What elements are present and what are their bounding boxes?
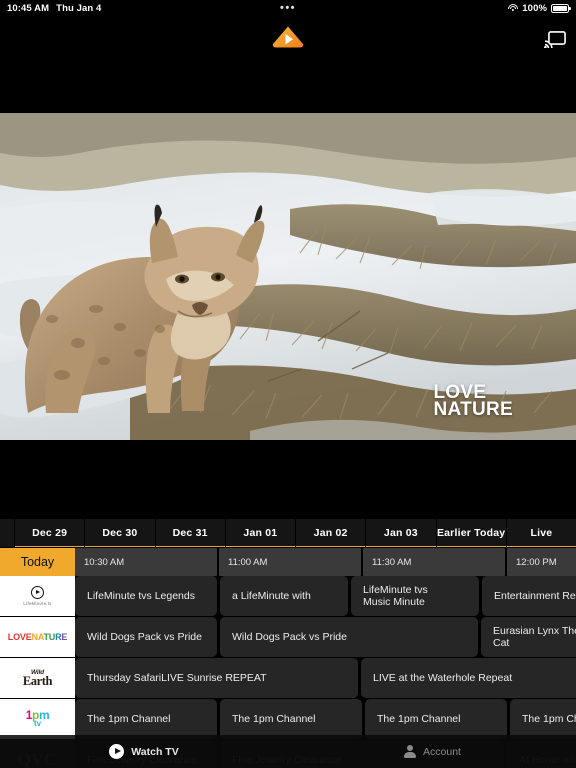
program-track: The 1pm Channel The 1pm Channel The 1pm Ch… [75, 699, 576, 739]
program-cell[interactable]: LifeMinute tvs Legends [75, 576, 217, 616]
app-logo-play-icon[interactable] [272, 25, 304, 49]
channel-logo-cell[interactable]: LifeMinute.tv [0, 576, 75, 616]
video-player[interactable]: Love Nature [0, 113, 576, 440]
program-cell[interactable]: Thursday SafariLIVE Sunrise REPEAT [75, 658, 358, 698]
program-cell[interactable]: The 1pm Channel [510, 699, 576, 739]
program-track: Wild Dogs Pack vs Pride Wild Dogs Pack vs… [75, 617, 576, 657]
date-tab-dec-31[interactable]: Dec 31 [155, 519, 226, 547]
time-slot[interactable]: 10:30 AM [75, 548, 217, 576]
program-cell[interactable]: a LifeMinute with [220, 576, 348, 616]
program-cell[interactable]: The 1pm Channel [75, 699, 217, 739]
app-root: 10:45 AM Thu Jan 4 ••• 100% LOVE NATURE … [0, 0, 576, 768]
timeline-header: Today 10:30 AM 11:00 AM 11:30 AM 12:00 PM [0, 548, 576, 576]
time-slot[interactable]: 11:00 AM [219, 548, 361, 576]
tab-account[interactable]: Account [288, 745, 576, 759]
date-tab-earlier-today[interactable]: Earlier Today [436, 519, 507, 547]
program-track: Thursday SafariLIVE Sunrise REPEAT LIVE a… [75, 658, 576, 698]
status-bar-right: 100% [507, 2, 571, 14]
program-cell[interactable]: LifeMinute tvs Music Minute [351, 576, 479, 616]
person-icon [403, 745, 416, 759]
lifeminute-logo-text: LifeMinute.tv [23, 600, 52, 606]
date-tab-dec-29[interactable]: Dec 29 [15, 519, 86, 547]
chromecast-icon[interactable] [544, 30, 566, 49]
wifi-icon [507, 4, 518, 13]
date-tab-jan-01[interactable]: Jan 01 [225, 519, 296, 547]
today-button[interactable]: Today [0, 548, 75, 576]
tab-label: Watch TV [131, 745, 179, 758]
battery-icon [551, 3, 571, 13]
date-tab-live[interactable]: Live [506, 519, 576, 547]
program-cell[interactable]: Wild Dogs Pack vs Pride [75, 617, 217, 657]
program-cell[interactable]: Wild Dogs Pack vs Pride [220, 617, 478, 657]
time-slot-track: 10:30 AM 11:00 AM 11:30 AM 12:00 PM [75, 548, 576, 576]
date-tab-strip: Dec 29 Dec 30 Dec 31 Jan 01 Jan 02 Jan 03 Earl… [0, 519, 576, 547]
guide-row: Wild Earth Thursday SafariLIVE Sunrise REP… [0, 658, 576, 698]
battery-percent-label: 100% [522, 2, 547, 14]
date-strip-edge [0, 519, 15, 547]
program-cell[interactable]: LIVE at the Waterhole Repeat [361, 658, 576, 698]
tab-label: Account [423, 745, 461, 758]
program-cell[interactable]: Entertainment Report [482, 576, 576, 616]
channel-logo-cell[interactable]: 1pm tv [0, 699, 75, 739]
guide-row: LifeMinute.tv LifeMinute tvs Legends a Lif… [0, 576, 576, 616]
date-tab-jan-02[interactable]: Jan 02 [296, 519, 367, 547]
channel-logo-cell[interactable]: LoveNature [0, 617, 75, 657]
program-cell[interactable]: The 1pm Channel [365, 699, 507, 739]
channel-logo-cell[interactable]: Wild Earth [0, 658, 75, 698]
tab-watch-tv[interactable]: Watch TV [0, 744, 288, 759]
status-center-dots: ••• [279, 2, 297, 14]
lifeminute-tv-logo: LifeMinute.tv [23, 586, 52, 606]
program-cell[interactable]: The 1pm Channel [220, 699, 362, 739]
date-tab-dec-30[interactable]: Dec 30 [85, 519, 156, 547]
watermark-line-2: Nature [433, 399, 513, 420]
top-bar [0, 16, 576, 60]
time-slot[interactable]: 11:30 AM [363, 548, 505, 576]
status-bar: 10:45 AM Thu Jan 4 ••• 100% [0, 0, 576, 16]
bottom-tab-bar: Watch TV Account [0, 735, 576, 768]
guide-row: 1pm tv The 1pm Channel The 1pm Channel The 1… [0, 699, 576, 739]
program-cell[interactable]: Eurasian Lynx The Snow Cat [481, 617, 576, 657]
play-circle-icon [109, 744, 125, 759]
time-slot[interactable]: 12:00 PM [507, 548, 576, 576]
channel-watermark: Love Nature [433, 383, 513, 420]
date-tab-jan-03[interactable]: Jan 03 [366, 519, 437, 547]
guide-row: LoveNature Wild Dogs Pack vs Pride Wild Do… [0, 617, 576, 657]
program-track: LifeMinute tvs Legends a LifeMinute with L… [75, 576, 576, 616]
love-nature-logo: LoveNature [7, 631, 68, 642]
wild-earth-logo: Wild Earth [22, 669, 53, 688]
one-pm-tv-logo: 1pm tv [25, 707, 50, 728]
